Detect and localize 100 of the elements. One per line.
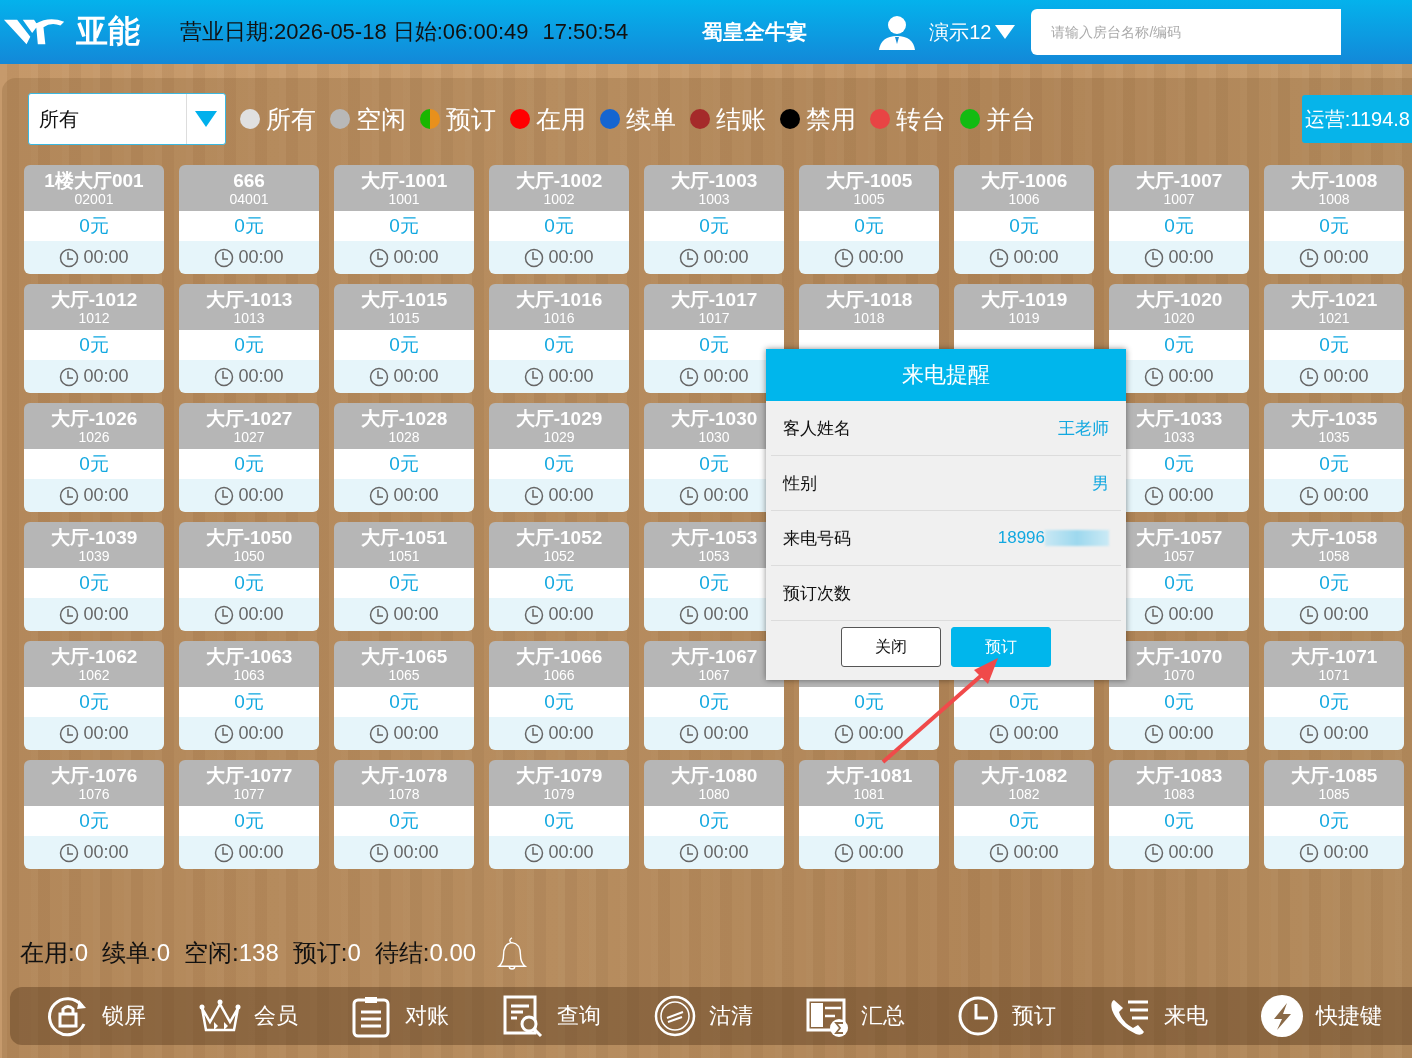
table-card[interactable]: 大厅-1050 1050 0元 00:00 [179, 522, 319, 631]
table-card[interactable]: 大厅-1052 1052 0元 00:00 [489, 522, 629, 631]
legend-label[interactable]: 并台 [986, 102, 1036, 136]
table-card[interactable]: 大厅-1002 1002 0元 00:00 [489, 165, 629, 274]
toolbar-button[interactable]: 锁屏 [45, 994, 146, 1038]
clock-icon [369, 247, 390, 268]
table-code: 1070 [1163, 666, 1195, 683]
table-card[interactable]: 大厅-1021 1021 0元 00:00 [1264, 284, 1404, 393]
toolbar-button[interactable]: 查询 [501, 994, 602, 1038]
duration-text: 00:00 [83, 485, 129, 506]
table-card[interactable]: 大厅-1076 1076 0元 00:00 [24, 760, 164, 869]
table-card[interactable]: 666 04001 0元 00:00 [179, 165, 319, 274]
table-name: 大厅-1053 [670, 526, 758, 548]
table-card[interactable]: 大厅-1039 1039 0元 00:00 [24, 522, 164, 631]
table-card[interactable]: 大厅-1070 1070 0元 00:00 [1109, 641, 1249, 750]
table-card[interactable]: 大厅-1081 1081 0元 00:00 [799, 760, 939, 869]
table-card[interactable]: 大厅-1082 1082 0元 00:00 [954, 760, 1094, 869]
legend-label[interactable]: 续单 [626, 102, 676, 136]
clock-icon [1299, 485, 1320, 506]
table-card[interactable]: 大厅-1012 1012 0元 00:00 [24, 284, 164, 393]
table-name: 大厅-1079 [515, 764, 603, 786]
table-card[interactable]: 大厅-1017 1017 0元 00:00 [644, 284, 784, 393]
toolbar-button[interactable]: 汇总 [804, 994, 905, 1038]
table-name: 大厅-1035 [1290, 407, 1378, 429]
legend-label[interactable]: 禁用 [806, 102, 856, 136]
table-card[interactable]: 大厅-1027 1027 0元 00:00 [179, 403, 319, 512]
table-card[interactable]: 大厅-1001 1001 0元 00:00 [334, 165, 474, 274]
table-card[interactable]: 大厅-1016 1016 0元 00:00 [489, 284, 629, 393]
clock-icon [1144, 723, 1165, 744]
amount-text: 0元 [1319, 452, 1349, 476]
clock-icon [524, 485, 545, 506]
status-dropdown[interactable]: 所有 [28, 93, 226, 145]
table-card[interactable]: 大厅-1020 1020 0元 00:00 [1109, 284, 1249, 393]
duration-text: 00:00 [858, 723, 904, 744]
clock-icon [369, 842, 390, 863]
table-code: 1002 [543, 190, 575, 207]
table-card[interactable]: 大厅-1078 1078 0元 00:00 [334, 760, 474, 869]
table-card[interactable]: 大厅-1006 1006 0元 00:00 [954, 165, 1094, 274]
stamp-icon [652, 994, 697, 1038]
duration-text: 00:00 [1168, 604, 1214, 625]
clock-icon [1144, 842, 1165, 863]
clock-time: 17:50:54 [542, 19, 629, 45]
legend-label[interactable]: 预订 [446, 102, 496, 136]
caret-icon[interactable] [995, 25, 1016, 39]
amount-text: 0元 [1319, 571, 1349, 595]
close-button[interactable]: 关闭 [841, 627, 941, 667]
toolbar-button[interactable]: 预订 [956, 994, 1057, 1038]
table-code: 1030 [698, 428, 730, 445]
table-card[interactable]: 大厅-1066 1066 0元 00:00 [489, 641, 629, 750]
table-card[interactable]: 大厅-1080 1080 0元 00:00 [644, 760, 784, 869]
toolbar-button[interactable]: 来电 [1108, 994, 1209, 1038]
clock-icon [1299, 723, 1320, 744]
table-code: 1085 [1318, 785, 1350, 802]
table-name: 大厅-1013 [205, 288, 293, 310]
table-card[interactable]: 大厅-1062 1062 0元 00:00 [24, 641, 164, 750]
table-card[interactable]: 大厅-1013 1013 0元 00:00 [179, 284, 319, 393]
user-icon[interactable] [877, 14, 918, 50]
table-card[interactable]: 大厅-1035 1035 0元 00:00 [1264, 403, 1404, 512]
table-card[interactable]: 1楼大厅001 02001 0元 00:00 [24, 165, 164, 274]
table-card[interactable]: 大厅-1005 1005 0元 00:00 [799, 165, 939, 274]
table-card[interactable]: 大厅-1058 1058 0元 00:00 [1264, 522, 1404, 631]
duration-text: 00:00 [703, 366, 749, 387]
table-name: 大厅-1016 [515, 288, 603, 310]
amount-text: 0元 [1164, 333, 1194, 357]
table-card[interactable]: 大厅-1063 1063 0元 00:00 [179, 641, 319, 750]
table-card[interactable]: 大厅-1008 1008 0元 00:00 [1264, 165, 1404, 274]
toolbar-button[interactable]: 快捷键 [1260, 994, 1382, 1038]
table-code: 1017 [698, 309, 730, 326]
toolbar-button[interactable]: 沽清 [652, 994, 753, 1038]
amount-text: 0元 [234, 333, 264, 357]
table-card[interactable]: 大厅-1015 1015 0元 00:00 [334, 284, 474, 393]
table-card[interactable]: 大厅-1028 1028 0元 00:00 [334, 403, 474, 512]
table-card[interactable]: 大厅-1067 1067 0元 00:00 [644, 641, 784, 750]
duration-text: 00:00 [703, 842, 749, 863]
table-card[interactable]: 大厅-1003 1003 0元 00:00 [644, 165, 784, 274]
table-card[interactable]: 大厅-1007 1007 0元 00:00 [1109, 165, 1249, 274]
field-value: 男 [1092, 472, 1109, 495]
table-card[interactable]: 大厅-1071 1071 0元 00:00 [1264, 641, 1404, 750]
legend-label[interactable]: 空闲 [356, 102, 406, 136]
amount-text: 0元 [1009, 690, 1039, 714]
table-card[interactable]: 大厅-1079 1079 0元 00:00 [489, 760, 629, 869]
bell-icon[interactable] [496, 936, 529, 970]
search-field[interactable]: 请输入房台名称/编码 [1031, 9, 1342, 55]
legend-label[interactable]: 转台 [896, 102, 946, 136]
table-card[interactable]: 大厅-1065 1065 0元 00:00 [334, 641, 474, 750]
user-name[interactable]: 演示12 [929, 18, 992, 46]
legend-label[interactable]: 在用 [536, 102, 586, 136]
table-card[interactable]: 大厅-1085 1085 0元 00:00 [1264, 760, 1404, 869]
table-card[interactable]: 大厅-1029 1029 0元 00:00 [489, 403, 629, 512]
legend-label[interactable]: 所有 [266, 102, 316, 136]
toolbar-button[interactable]: 对账 [349, 994, 450, 1038]
toolbar-button[interactable]: 会员 [197, 994, 298, 1038]
duration-text: 00:00 [548, 366, 594, 387]
table-card[interactable]: 大厅-1026 1026 0元 00:00 [24, 403, 164, 512]
table-card[interactable]: 大厅-1077 1077 0元 00:00 [179, 760, 319, 869]
legend-label[interactable]: 结账 [716, 102, 766, 136]
duration-text: 00:00 [1323, 723, 1369, 744]
clock-icon [524, 366, 545, 387]
table-card[interactable]: 大厅-1051 1051 0元 00:00 [334, 522, 474, 631]
table-card[interactable]: 大厅-1083 1083 0元 00:00 [1109, 760, 1249, 869]
